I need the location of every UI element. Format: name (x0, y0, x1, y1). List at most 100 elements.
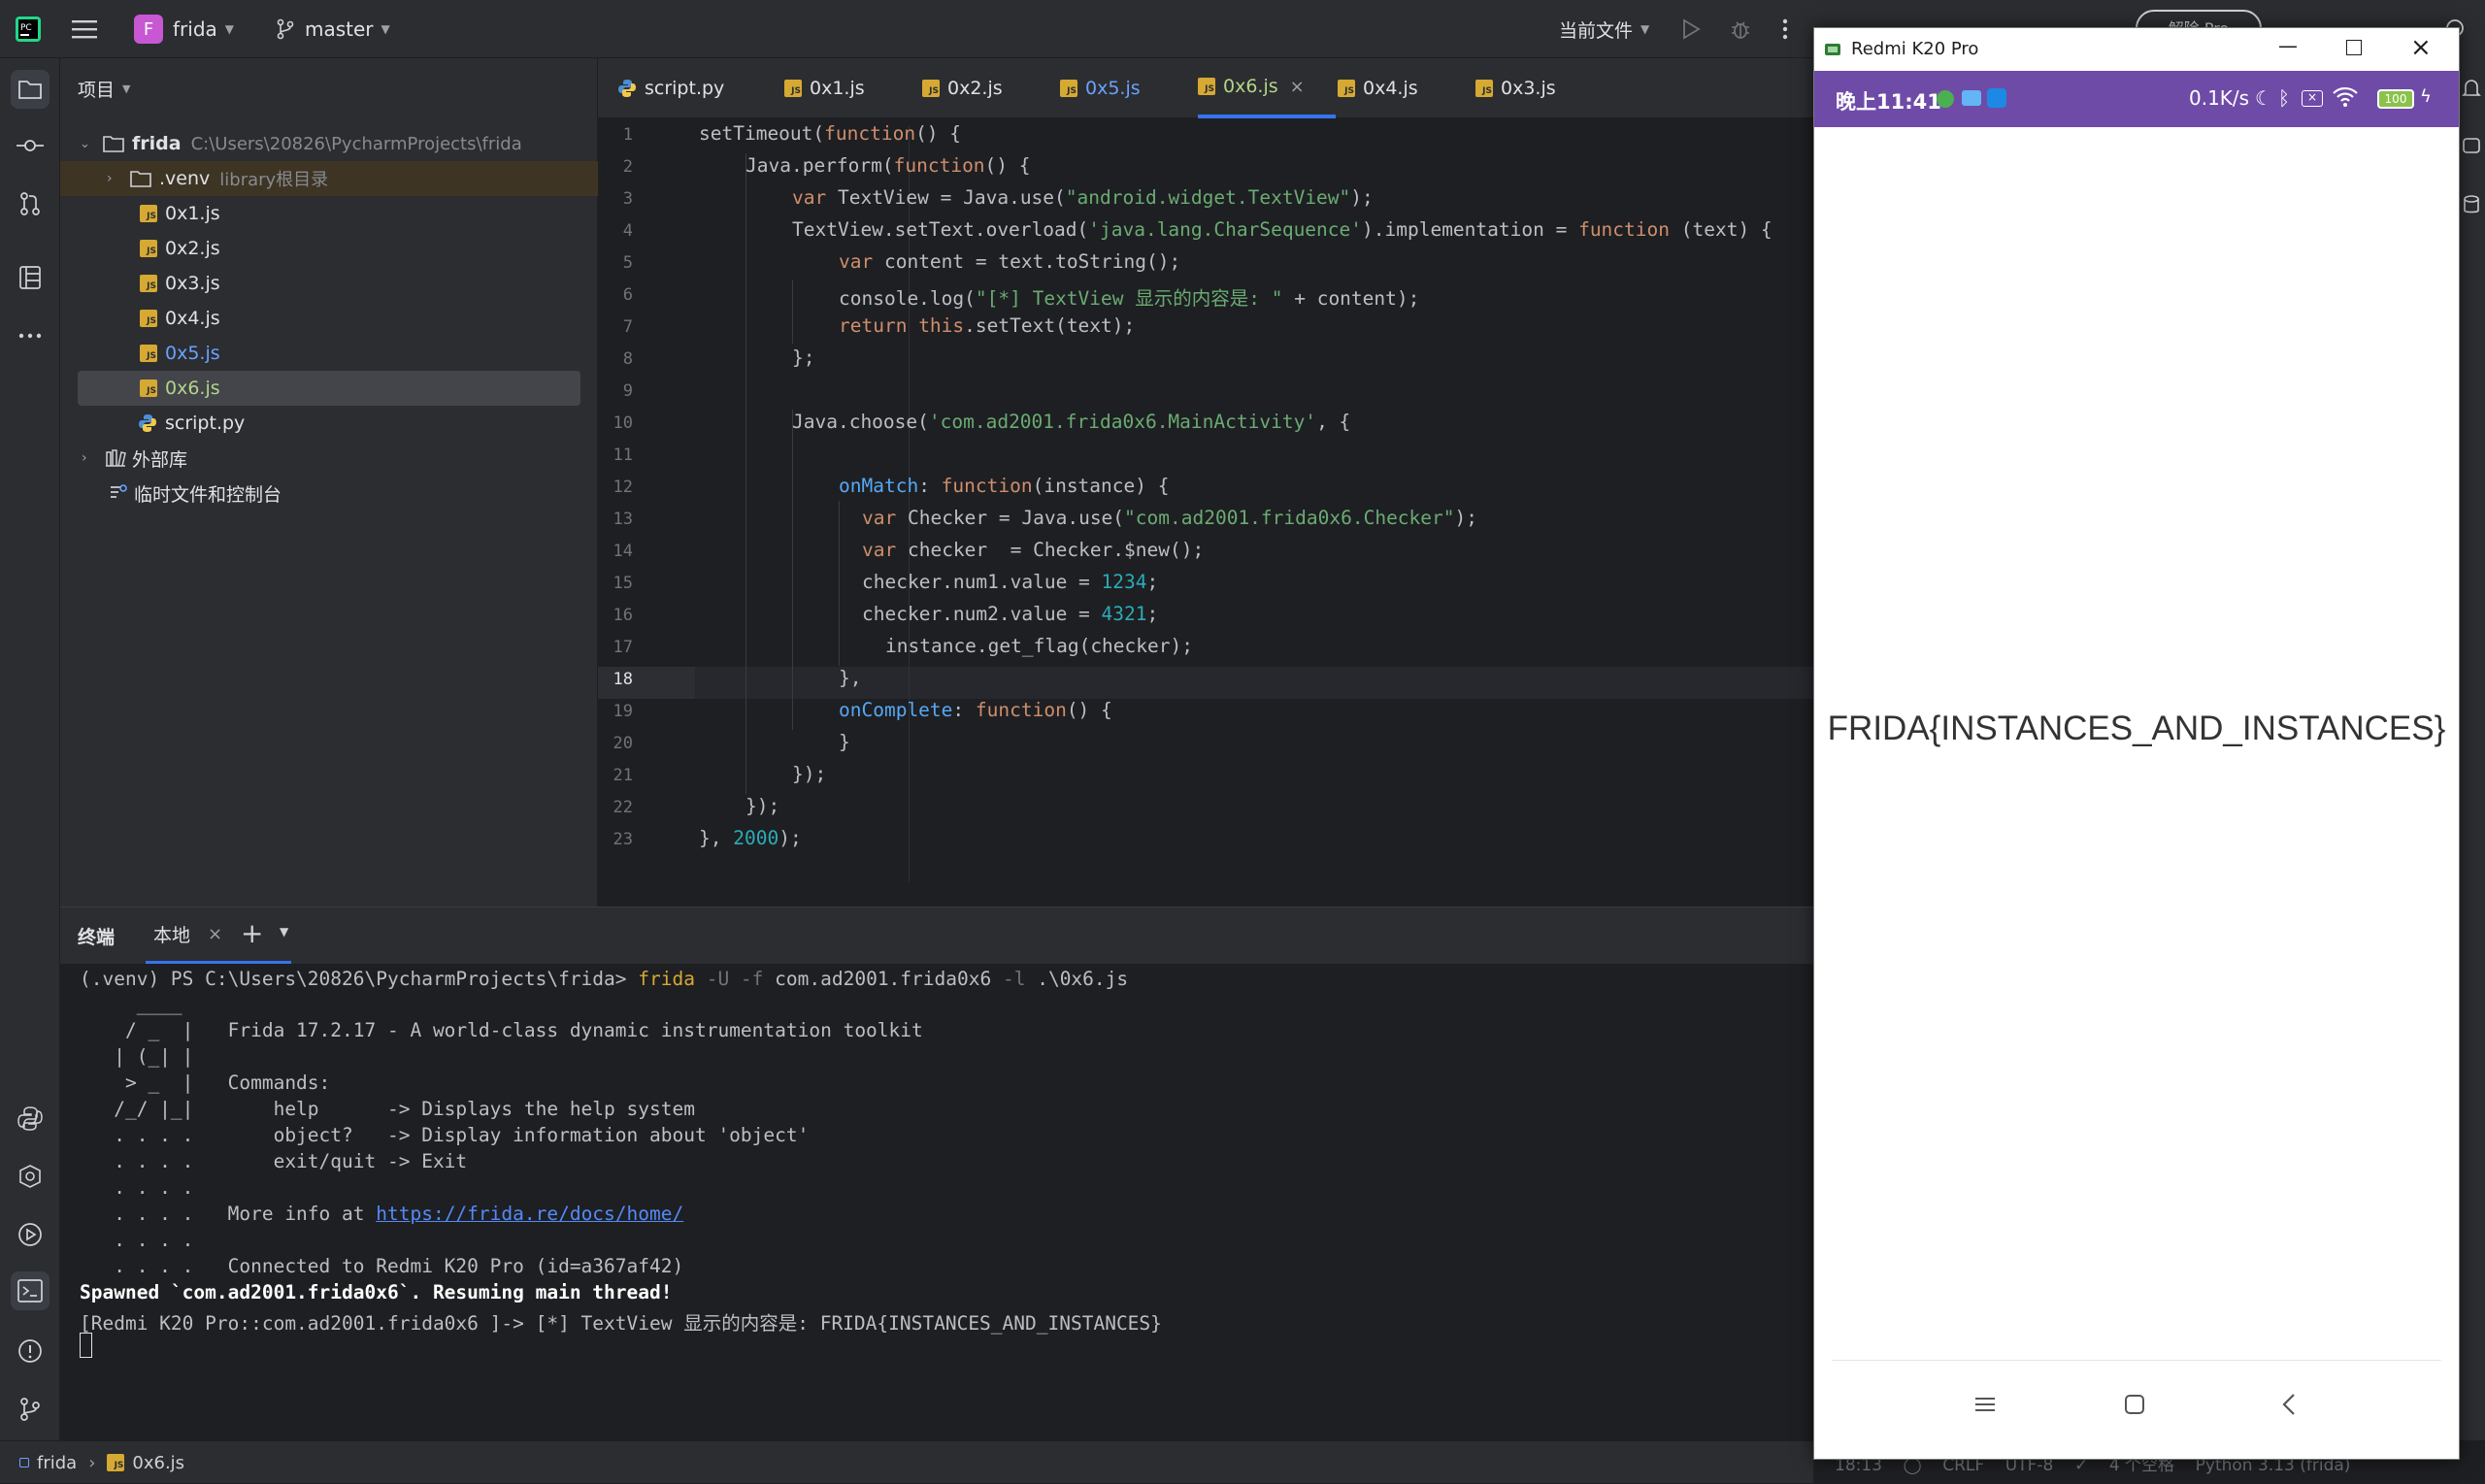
maximize-icon[interactable] (2346, 40, 2362, 55)
js-file-icon: JS (140, 345, 157, 362)
code-line-22: }); (746, 795, 780, 817)
tree-file[interactable]: JS 0x4.js (60, 301, 598, 336)
line-number: 14 (613, 542, 633, 561)
nav-home-icon[interactable] (2125, 1395, 2144, 1414)
indent-guide (792, 280, 793, 344)
tree-file-selected[interactable]: JS 0x6.js (78, 371, 580, 406)
main-menu-icon[interactable] (72, 0, 97, 58)
project-view-icon[interactable] (11, 70, 50, 109)
android-app-screen[interactable]: FRIDA{INSTANCES_AND_INSTANCES} (1814, 127, 2459, 1360)
terminal-output-line: . . . . (80, 1229, 194, 1251)
ai-chat-icon[interactable] (2462, 136, 2481, 157)
line-number: 23 (613, 830, 633, 849)
terminal-output-line: . . . . Connected to Redmi K20 Pro (id=a… (80, 1255, 684, 1277)
breadcrumb-project[interactable]: frida (37, 1453, 77, 1473)
project-panel-title[interactable]: 项目 ▼ (78, 76, 130, 102)
services-icon[interactable] (11, 1157, 50, 1196)
tab-0x3-js[interactable]: JS 0x3.js (1475, 58, 1556, 118)
git-icon[interactable] (11, 1390, 50, 1429)
more-tool-windows-icon[interactable] (11, 316, 50, 355)
line-number: 12 (613, 478, 633, 497)
code-line-20: } (839, 731, 850, 753)
run-icon[interactable] (1681, 0, 1701, 58)
tree-file[interactable]: JS 0x1.js (60, 196, 598, 231)
code-editor[interactable]: 1 2 3 4 5 6 7 8 9 10 11 12 13 14 15 16 1… (598, 118, 1813, 907)
line-number: 20 (613, 734, 633, 753)
svg-text:PC: PC (20, 23, 32, 33)
left-tool-strip (0, 58, 60, 1440)
line-number: 15 (613, 574, 633, 593)
terminal-output-line: . . . . (80, 1176, 194, 1199)
tree-scratches[interactable]: 临时文件和控制台 (60, 476, 598, 511)
close-tab-icon[interactable]: × (1290, 77, 1305, 97)
code-line-7: return this.setText(text); (839, 314, 1136, 337)
terminal-tool-icon[interactable] (11, 1271, 50, 1310)
project-switcher[interactable]: F frida ▼ (134, 0, 234, 58)
branch-switcher[interactable]: master ▼ (276, 0, 390, 58)
close-window-icon[interactable]: × (2410, 34, 2432, 61)
commit-icon[interactable] (11, 126, 50, 165)
tab-0x6-js-active[interactable]: JS 0x6.js × (1198, 58, 1336, 118)
tree-file[interactable]: JS 0x5.js (60, 336, 598, 371)
pycharm-logo-icon[interactable]: PC (16, 0, 41, 58)
chevron-down-icon: ▼ (122, 82, 131, 95)
minimize-icon[interactable]: — (2278, 34, 2298, 57)
more-actions-icon[interactable] (1782, 0, 1788, 58)
tab-script-py[interactable]: script.py (617, 58, 724, 118)
python-packages-icon[interactable] (11, 1099, 50, 1138)
tab-0x4-js[interactable]: JS 0x4.js (1338, 58, 1418, 118)
tree-venv[interactable]: › .venv library根目录 (60, 161, 598, 196)
line-number: 11 (613, 445, 633, 465)
code-line-8: }; (792, 346, 815, 369)
project-name: frida (173, 17, 217, 41)
tab-0x5-js[interactable]: JS 0x5.js (1060, 58, 1141, 118)
chevron-down-icon: ▼ (381, 22, 390, 36)
tree-root[interactable]: ⌄ frida C:\Users\20826\PycharmProjects\f… (60, 126, 598, 161)
js-file-icon: JS (140, 310, 157, 327)
run-tool-icon[interactable] (11, 1215, 50, 1254)
terminal-result-line: [Redmi K20 Pro::com.ad2001.frida0x6 ]-> … (80, 1312, 1162, 1335)
tree-external-libraries[interactable]: › 外部库 (60, 441, 598, 476)
tab-0x1-js[interactable]: JS 0x1.js (784, 58, 865, 118)
current-line-highlight (598, 667, 1813, 699)
run-config-label: 当前文件 (1559, 19, 1634, 42)
terminal-header: 终端 本地 × + ▼ (60, 907, 1813, 964)
structure-icon[interactable] (11, 258, 50, 297)
line-number-gutter: 1 2 3 4 5 6 7 8 9 10 11 12 13 14 15 16 1… (598, 118, 695, 907)
run-config-selector[interactable]: 当前文件 ▼ (1559, 0, 1649, 58)
problems-icon[interactable] (11, 1332, 50, 1370)
notifications-icon[interactable] (2462, 78, 2481, 99)
debug-icon[interactable] (1730, 0, 1751, 58)
bluetooth-icon: ᛒ (2278, 86, 2290, 110)
indent-guide (792, 410, 793, 730)
terminal-cursor[interactable] (80, 1333, 92, 1358)
terminal-tab-local[interactable]: 本地 × (146, 907, 291, 964)
flag-textview: FRIDA{INSTANCES_AND_INSTANCES} (1827, 709, 2446, 747)
new-terminal-icon[interactable]: + (241, 917, 263, 949)
code-line-6: console.log("[*] TextView 显示的内容是: " + co… (839, 287, 1420, 310)
pull-requests-icon[interactable] (11, 184, 50, 223)
frida-docs-link[interactable]: https://frida.re/docs/home/ (376, 1203, 683, 1225)
tab-0x2-js[interactable]: JS 0x2.js (922, 58, 1003, 118)
line-number-current: 18 (613, 670, 633, 689)
breadcrumb-file[interactable]: 0x6.js (132, 1453, 184, 1473)
chevron-right-icon: › (88, 1452, 96, 1473)
chevron-down-icon[interactable]: ▼ (280, 925, 288, 939)
nav-menu-icon[interactable] (1975, 1397, 1995, 1412)
code-line-4: TextView.setText.overload('java.lang.Cha… (792, 218, 1773, 241)
nav-back-icon[interactable] (2282, 1393, 2296, 1416)
js-file-icon: JS (1338, 80, 1355, 97)
phone-window-titlebar[interactable]: Redmi K20 Pro — × (1814, 28, 2459, 71)
status-bar: frida › JS 0x6.js 18:13 ◯ CRLF UTF-8 ✓ 4… (0, 1440, 2350, 1483)
nav-divider (1832, 1360, 2441, 1361)
tree-file[interactable]: JS 0x2.js (60, 231, 598, 266)
tree-file[interactable]: script.py (60, 406, 598, 441)
battery-icon: 100 (2377, 89, 2414, 109)
terminal-command-line: (.venv) PS C:\Users\20826\PycharmProject… (80, 968, 1129, 990)
module-icon (19, 1458, 29, 1468)
tree-file[interactable]: JS 0x3.js (60, 266, 598, 301)
terminal-output-line: | (_| | (80, 1045, 194, 1068)
phone-mirror-window: Redmi K20 Pro — × 晚上11:41 0.1K/s ☾ ᛒ × 1… (1813, 27, 2460, 1460)
database-icon[interactable] (2462, 194, 2481, 215)
close-tab-icon[interactable]: × (208, 924, 222, 944)
